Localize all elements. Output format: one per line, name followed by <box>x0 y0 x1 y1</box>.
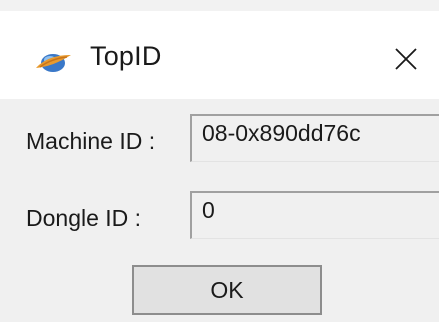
app-icon <box>34 49 72 75</box>
title-bar[interactable]: TopID <box>0 11 439 99</box>
dongle-id-field[interactable]: 0 <box>190 191 439 239</box>
window-title: TopID <box>90 41 162 71</box>
close-icon <box>395 48 417 70</box>
ok-button-label: OK <box>210 276 244 303</box>
topid-dialog: TopID Machine ID : 08-0x890dd76c Dongle … <box>0 11 439 322</box>
dongle-id-label: Dongle ID : <box>26 205 142 231</box>
dialog-frame: TopID Machine ID : 08-0x890dd76c Dongle … <box>0 0 439 322</box>
machine-id-field[interactable]: 08-0x890dd76c <box>190 114 439 162</box>
machine-id-label: Machine ID : <box>26 128 156 154</box>
ok-button[interactable]: OK <box>132 265 322 315</box>
close-button[interactable] <box>382 37 430 81</box>
